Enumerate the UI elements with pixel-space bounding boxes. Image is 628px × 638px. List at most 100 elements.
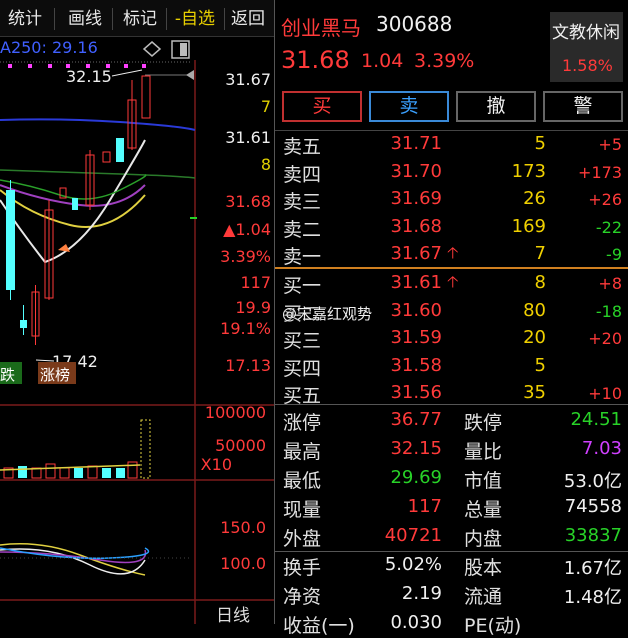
bid-price[interactable]: 31.60 bbox=[380, 300, 442, 321]
stat-value: 32.15 bbox=[390, 438, 442, 459]
volume-axis-1: 100000 bbox=[205, 403, 266, 422]
watermark: @宋嘉红观势 bbox=[282, 305, 373, 323]
stat-label: 流通 bbox=[464, 586, 503, 608]
toolbar-watchlist[interactable]: -自选 bbox=[168, 6, 222, 32]
ma250-label: A250: 29.16 bbox=[0, 38, 98, 57]
bid-volume: 5 bbox=[534, 354, 546, 376]
toolbar-mark[interactable]: 标记 bbox=[116, 6, 164, 32]
svg-text:涨榜: 涨榜 bbox=[40, 366, 70, 384]
sector-box[interactable]: 文教休闲 1.58% bbox=[550, 12, 623, 82]
ask-label: 卖三 bbox=[283, 191, 322, 213]
bid-label: 买三 bbox=[283, 330, 322, 352]
stat-value: 2.19 bbox=[401, 583, 442, 604]
bid-volume: 20 bbox=[523, 327, 546, 348]
bid-volume: 35 bbox=[523, 382, 546, 403]
ask-price[interactable]: 31.68 bbox=[380, 216, 442, 237]
stat-value: 1.48亿 bbox=[563, 587, 622, 608]
stat-value: 33837 bbox=[564, 525, 622, 546]
stat-value: 53.0亿 bbox=[563, 471, 622, 492]
stat-label: 净资 bbox=[283, 586, 322, 608]
ask-volume: 26 bbox=[523, 188, 546, 209]
ask-price[interactable]: 31.70 bbox=[380, 161, 442, 182]
sell-button[interactable]: 卖 bbox=[369, 91, 449, 122]
bid-delta: +8 bbox=[598, 274, 622, 293]
uptick-arrow-icon: 🡡 bbox=[447, 272, 459, 291]
ask-price[interactable]: 31.69 bbox=[380, 188, 442, 209]
stat-label: 内盘 bbox=[464, 528, 503, 550]
bid-price[interactable]: 31.61 bbox=[380, 272, 442, 293]
bid-delta: +10 bbox=[588, 384, 622, 403]
ask-price[interactable]: 31.71 bbox=[380, 133, 442, 154]
uptick-arrow-icon: 🡡 bbox=[447, 243, 459, 262]
indicator-axis-1: 150.0 bbox=[220, 518, 266, 537]
axis-price-7: 3.39% bbox=[220, 247, 271, 266]
ask-delta: +5 bbox=[598, 135, 622, 154]
bid-price[interactable]: 31.58 bbox=[380, 355, 442, 376]
high-marker: 32.15 bbox=[66, 67, 112, 86]
toolbar-back[interactable]: 返回 bbox=[226, 6, 270, 32]
last-price: 31.68 bbox=[281, 46, 350, 74]
axis-price-10: 19.1% bbox=[220, 319, 271, 338]
stat-value: 74558 bbox=[564, 496, 622, 517]
period-label[interactable]: 日线 bbox=[216, 606, 250, 624]
ask-label: 卖五 bbox=[283, 136, 322, 158]
axis-price-8: 117 bbox=[240, 273, 271, 292]
stat-value: 5.02% bbox=[384, 554, 442, 575]
stat-value: 117 bbox=[407, 496, 442, 517]
stat-label: 市值 bbox=[464, 470, 503, 492]
diamond-icon[interactable] bbox=[142, 41, 162, 57]
toolbar-draw-line[interactable]: 画线 bbox=[60, 6, 110, 32]
cancel-order-button[interactable]: 撤 bbox=[456, 91, 536, 122]
stat-label: 跌停 bbox=[464, 412, 503, 434]
ask-volume: 173 bbox=[511, 160, 546, 182]
volume-axis-2: 50000 bbox=[215, 436, 266, 455]
stat-value: 1.67亿 bbox=[563, 558, 622, 579]
ma-line-green bbox=[0, 169, 196, 179]
axis-price-9: 19.9 bbox=[235, 298, 271, 317]
price-change-pct: 3.39% bbox=[414, 50, 475, 72]
stat-value: 24.51 bbox=[570, 409, 622, 430]
event-marker-icon bbox=[58, 244, 70, 252]
ask-delta: -9 bbox=[606, 245, 622, 264]
toolbar-stats[interactable]: 统计 bbox=[0, 6, 50, 32]
bid-delta: +20 bbox=[588, 329, 622, 348]
price-change: 1.04 bbox=[361, 50, 404, 72]
svg-text:跌: 跌 bbox=[0, 366, 15, 384]
stat-label: 现量 bbox=[283, 499, 322, 521]
stock-code: 300688 bbox=[376, 12, 453, 36]
indicator-axis-2: 100.0 bbox=[220, 554, 266, 573]
stat-label: PE(动) bbox=[464, 615, 522, 637]
bid-label: 买四 bbox=[283, 357, 322, 380]
bid-price[interactable]: 31.56 bbox=[380, 382, 442, 403]
stat-label: 股本 bbox=[464, 557, 503, 579]
stock-name: 创业黑马 bbox=[281, 16, 361, 40]
bid-price[interactable]: 31.59 bbox=[380, 327, 442, 348]
bid-volume: 80 bbox=[523, 299, 546, 321]
buy-button[interactable]: 买 bbox=[282, 91, 362, 122]
stat-label: 收益(一) bbox=[283, 615, 355, 637]
bid-label: 买一 bbox=[283, 275, 322, 297]
stat-label: 最高 bbox=[283, 441, 322, 463]
stat-value: 40721 bbox=[384, 525, 442, 546]
ma-line-blue bbox=[0, 118, 196, 131]
ask-label: 卖二 bbox=[283, 218, 322, 241]
stat-value: 29.69 bbox=[390, 467, 442, 488]
ask-volume: 7 bbox=[534, 243, 546, 264]
ask-label: 卖四 bbox=[283, 163, 322, 186]
stat-label: 量比 bbox=[464, 441, 503, 463]
ask-price[interactable]: 31.67 bbox=[380, 243, 442, 264]
stat-label: 涨停 bbox=[283, 412, 322, 434]
stat-value: 0.030 bbox=[390, 612, 442, 633]
axis-price-1: 31.67 bbox=[225, 70, 271, 89]
ask-delta: +173 bbox=[578, 162, 622, 182]
stat-label: 外盘 bbox=[283, 528, 322, 550]
sector-change: 1.58% bbox=[562, 56, 613, 75]
axis-price-3: 31.61 bbox=[225, 128, 271, 147]
ask-label: 卖一 bbox=[283, 246, 322, 268]
chart-toolbar: 统计 画线 标记 -自选 返回 bbox=[0, 0, 274, 37]
stat-value: 7.03 bbox=[581, 438, 622, 459]
alert-button[interactable]: 警 bbox=[543, 91, 623, 122]
ask-volume: 169 bbox=[511, 215, 546, 237]
axis-price-11: 17.13 bbox=[225, 356, 271, 375]
kline-chart[interactable]: 32.15 17.42 A250: 29.16 31.67 7 31.61 8 … bbox=[0, 36, 274, 624]
